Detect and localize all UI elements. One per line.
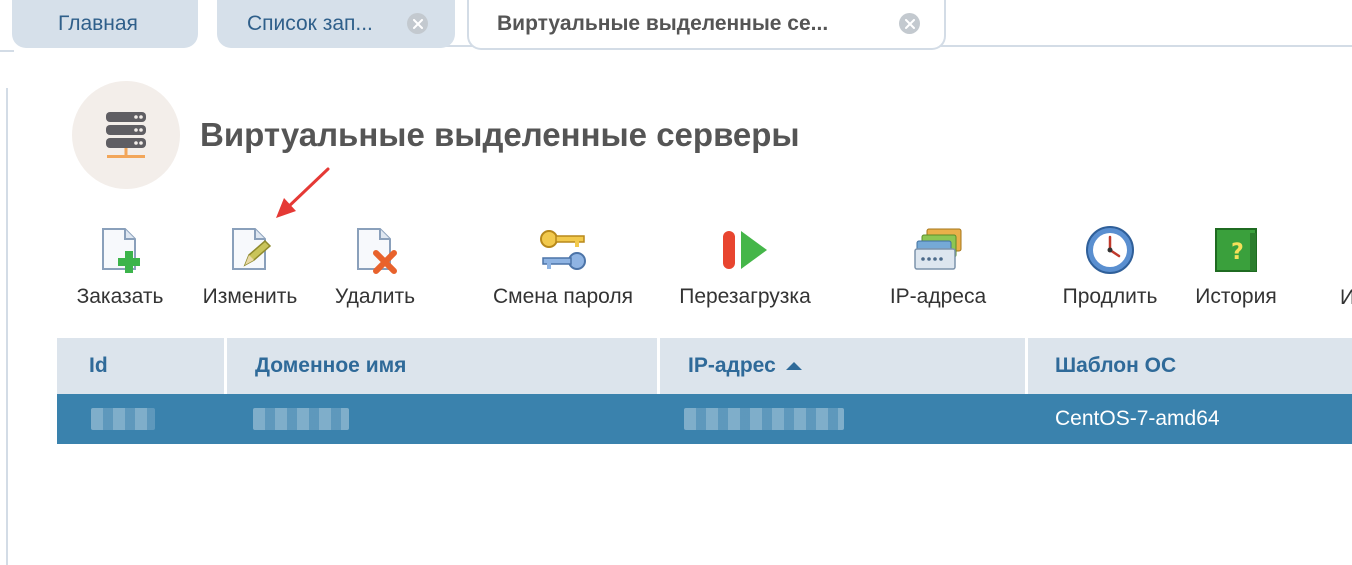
- sort-ascending-icon: [785, 362, 802, 370]
- column-ip[interactable]: IP-адрес: [660, 338, 1028, 394]
- ip-addresses-label: IP-адреса: [889, 285, 987, 308]
- column-os-template[interactable]: Шаблон ОС: [1028, 338, 1352, 394]
- cell-id: [57, 394, 227, 444]
- cell-ip: [660, 394, 1028, 444]
- column-domain-label: Доменное имя: [255, 354, 407, 377]
- redacted-ip: [684, 408, 844, 430]
- column-os-template-label: Шаблон ОС: [1055, 354, 1177, 377]
- change-password-label: Смена пароля: [493, 285, 633, 308]
- edit-button[interactable]: Изменить: [193, 222, 307, 317]
- change-password-button[interactable]: Смена пароля: [480, 222, 646, 317]
- tab-list-label: Список зап...: [247, 12, 373, 35]
- tab-bar: Главная Список зап... Виртуальные выделе…: [0, 0, 1352, 50]
- page-title: Виртуальные выделенные серверы: [200, 116, 800, 153]
- tab-vds[interactable]: Виртуальные выделенные се...: [467, 0, 946, 50]
- renew-button[interactable]: Продлить: [1053, 222, 1167, 317]
- tab-home-label: Главная: [58, 12, 138, 35]
- annotation-arrow-icon: [276, 167, 330, 218]
- order-label: Заказать: [76, 285, 164, 308]
- svg-text:?: ?: [1231, 240, 1244, 265]
- tab-list[interactable]: Список зап...: [217, 0, 455, 48]
- table-row[interactable]: CentOS-7-amd64: [57, 394, 1352, 444]
- column-id-label: Id: [89, 354, 108, 377]
- redacted-domain: [253, 408, 349, 430]
- help-book-icon: ?: [1208, 222, 1264, 278]
- order-button[interactable]: Заказать: [68, 222, 172, 317]
- keys-icon: [535, 222, 591, 278]
- servers-table: Id Доменное имя IP-адрес Шаблон ОС CentO…: [57, 338, 1352, 444]
- frame-left-border: [6, 88, 8, 565]
- tab-vds-label: Виртуальные выделенные се...: [497, 12, 829, 35]
- redacted-id: [91, 408, 155, 430]
- renew-label: Продлить: [1062, 285, 1158, 308]
- cell-domain: [227, 394, 660, 444]
- history-label: История: [1195, 285, 1277, 308]
- ip-addresses-button[interactable]: IP-адреса: [878, 222, 998, 317]
- tab-home[interactable]: Главная: [12, 0, 198, 48]
- column-domain[interactable]: Доменное имя: [227, 338, 660, 394]
- close-icon[interactable]: [899, 13, 920, 34]
- table-header: Id Доменное имя IP-адрес Шаблон ОС: [57, 338, 1352, 394]
- column-id[interactable]: Id: [57, 338, 227, 394]
- history-button[interactable]: ? История: [1187, 222, 1285, 317]
- delete-button[interactable]: Удалить: [326, 222, 424, 317]
- document-delete-icon: [347, 222, 403, 278]
- document-edit-icon: [222, 222, 278, 278]
- toolbar-cut-label[interactable]: И: [1340, 286, 1352, 310]
- reboot-button[interactable]: Перезагрузка: [666, 222, 824, 317]
- cell-os-template: CentOS-7-amd64: [1028, 394, 1352, 444]
- frame-corner: [0, 50, 14, 90]
- column-ip-label: IP-адрес: [688, 354, 776, 377]
- delete-label: Удалить: [334, 285, 416, 308]
- reboot-label: Перезагрузка: [679, 285, 811, 308]
- document-add-icon: [92, 222, 148, 278]
- os-template-value: CentOS-7-amd64: [1055, 407, 1220, 430]
- stop-play-icon: [717, 222, 773, 278]
- close-icon[interactable]: [407, 13, 428, 34]
- server-stack-icon: [72, 81, 180, 189]
- edit-label: Изменить: [202, 285, 298, 308]
- network-cards-icon: [910, 222, 966, 278]
- clock-icon: [1082, 222, 1138, 278]
